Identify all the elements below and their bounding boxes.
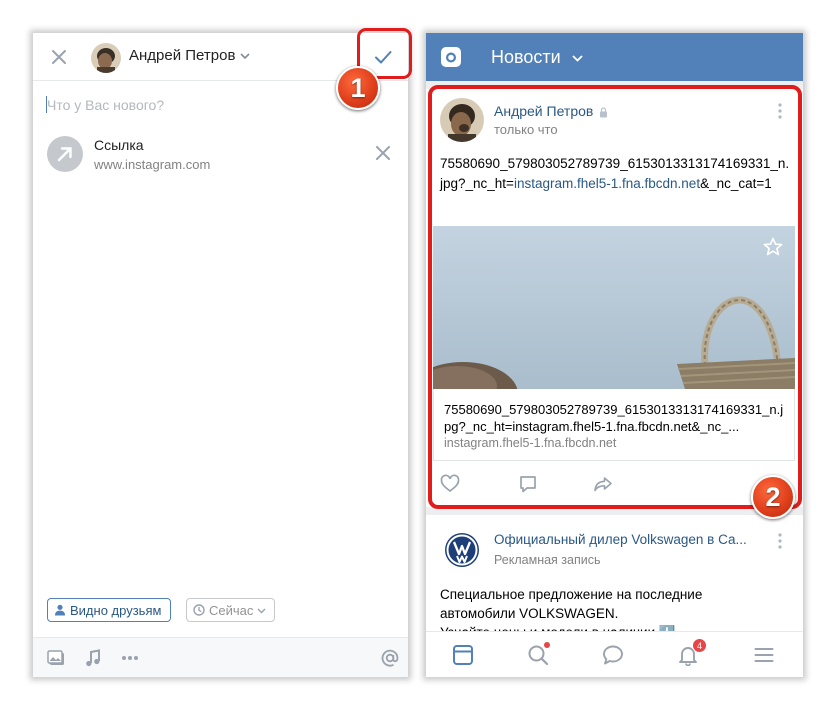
bottom-tab-bar: 4 [426,631,803,677]
search-notification-dot [544,642,550,648]
ad-author[interactable]: Официальный дилер Volkswagen в Са... [494,532,747,547]
more-vertical-icon[interactable] [778,533,782,549]
post-editor-screen: Андрей Петров Что у Вас нового? Ссылка w… [33,33,408,677]
highlight-frame-post [428,85,802,509]
menu-tab-icon[interactable] [753,644,775,666]
volkswagen-logo-icon[interactable] [444,532,480,568]
chevron-down-icon[interactable] [240,52,250,60]
messages-tab-icon[interactable] [602,644,624,666]
ad-label: Рекламная запись [494,553,601,567]
post-text-input[interactable]: Что у Вас нового? [47,97,164,113]
visibility-button[interactable]: Видно друзьям [47,598,172,622]
feed-header: Новости [426,33,803,81]
attachment-url: www.instagram.com [94,157,211,172]
mention-icon[interactable] [380,648,400,668]
music-icon[interactable] [83,648,103,668]
ad-text-line: автомобили VOLKSWAGEN. [440,606,619,621]
remove-attachment-icon[interactable] [375,145,391,161]
publish-time-button[interactable]: Сейчас [186,598,276,622]
ad-text-line: Специальное предложение на последние [440,587,703,602]
page-title[interactable]: Новости [491,47,561,68]
camera-icon[interactable] [439,45,463,69]
news-tab-icon[interactable] [452,644,474,666]
feed-ad-post: Официальный дилер Volkswagen в Са... Рек… [426,515,803,640]
chevron-down-icon[interactable] [572,54,583,62]
step-marker-2: 2 [751,475,795,519]
photo-icon[interactable] [47,648,67,668]
visibility-label: Видно друзьям [70,602,162,618]
author-name[interactable]: Андрей Петров [129,47,235,64]
close-icon[interactable] [49,47,69,67]
user-icon [55,604,65,616]
attachment-title: Ссылка [94,137,144,153]
more-icon[interactable] [120,648,140,668]
step-marker-1: 1 [336,66,380,110]
link-attachment-icon [47,136,83,172]
avatar[interactable] [91,43,121,73]
time-label: Сейчас [209,602,254,618]
editor-toolbar [33,637,408,677]
notifications-badge: 4 [692,638,707,653]
clock-icon [193,604,205,616]
chevron-down-icon [257,608,266,613]
